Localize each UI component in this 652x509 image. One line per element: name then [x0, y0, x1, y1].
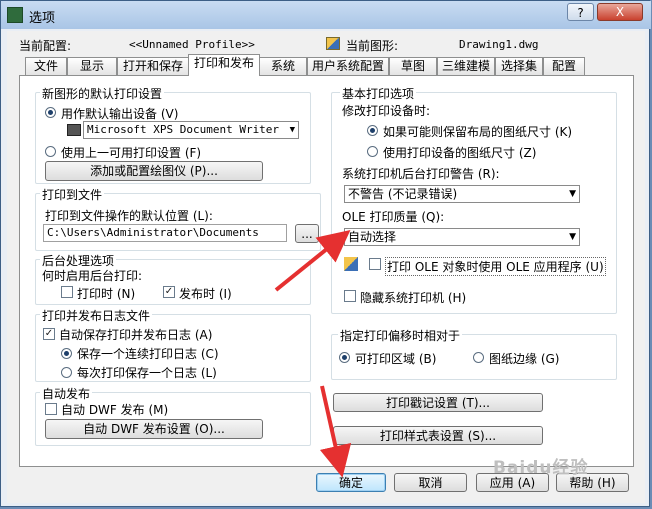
printable-area-radio[interactable] [339, 352, 350, 363]
spooler-alert-label: 系统打印机后台打印警告 (R): [342, 167, 500, 181]
publish-background-label: 发布时 (I) [179, 287, 232, 301]
ok-button[interactable]: 确定 [316, 473, 386, 492]
keep-layout-paper-label: 如果可能则保留布局的图纸尺寸 (K) [383, 125, 573, 139]
paper-edge-radio[interactable] [473, 352, 484, 363]
add-configure-plotter-button[interactable]: 添加或配置绘图仪 (P)... [45, 161, 263, 181]
current-profile-label: 当前配置: [19, 39, 72, 53]
background-enable-label: 何时启用后台打印: [42, 269, 143, 283]
plot-file-location-input[interactable]: C:\Users\Administrator\Documents [43, 224, 287, 242]
drawing-icon [326, 37, 340, 50]
current-drawing-value: Drawing1.dwg [459, 38, 539, 51]
use-default-device-radio[interactable] [45, 107, 56, 118]
tab-system[interactable]: 系统 [259, 57, 307, 75]
group-auto-publish-title: 自动发布 [40, 385, 93, 402]
publish-background-checkbox[interactable]: ✓ [163, 286, 175, 298]
plot-stamp-settings-button[interactable]: 打印戳记设置 (T)... [333, 393, 543, 412]
tab-display[interactable]: 显示 [67, 57, 117, 75]
paper-edge-label: 图纸边缘 (G) [489, 352, 560, 366]
spooler-alert-value: 不警告 (不记录错误) [348, 187, 458, 201]
use-last-settings-radio[interactable] [45, 146, 56, 157]
tab-selection[interactable]: 选择集 [495, 57, 543, 75]
tab-user-preferences[interactable]: 用户系统配置 [307, 57, 389, 75]
per-plot-log-radio[interactable] [61, 367, 72, 378]
group-plot-offset-title: 指定打印偏移时相对于 [338, 327, 463, 344]
tab-profiles[interactable]: 配置 [543, 57, 585, 75]
plot-file-location-label: 打印到文件操作的默认位置 (L): [45, 209, 213, 223]
ole-quality-select[interactable]: 自动选择 ▼ [344, 228, 580, 246]
per-plot-log-label: 每次打印保存一个日志 (L) [77, 366, 217, 380]
default-device-select[interactable]: Microsoft XPS Document Writer ▼ [83, 121, 299, 139]
auto-save-log-checkbox[interactable]: ✓ [43, 328, 55, 340]
hide-system-printers-checkbox[interactable] [344, 290, 356, 302]
modify-device-label: 修改打印设备时: [342, 104, 431, 118]
options-dialog: 选项 ? X 当前配置: <<Unnamed Profile>> 当前图形: D… [0, 0, 651, 507]
chevron-down-icon: ▼ [569, 189, 576, 199]
use-ole-app-checkbox[interactable] [369, 258, 381, 270]
app-icon [7, 7, 23, 23]
ole-quality-label: OLE 打印质量 (Q): [342, 210, 445, 224]
plot-background-checkbox[interactable] [61, 286, 73, 298]
group-plot-to-file-title: 打印到文件 [40, 186, 105, 203]
tab-drafting[interactable]: 草图 [389, 57, 437, 75]
use-device-paper-label: 使用打印设备的图纸尺寸 (Z) [383, 146, 537, 160]
close-button[interactable]: X [597, 3, 643, 21]
help-button[interactable]: ? [567, 3, 594, 21]
auto-save-log-label: 自动保存打印并发布日志 (A) [59, 328, 213, 342]
printable-area-label: 可打印区域 (B) [355, 352, 437, 366]
use-default-device-label: 用作默认输出设备 (V) [61, 107, 179, 121]
printer-icon [67, 124, 81, 136]
auto-dwf-checkbox[interactable] [45, 403, 57, 415]
hide-system-printers-label: 隐藏系统打印机 (H) [360, 291, 467, 305]
tab-3d-modeling[interactable]: 三维建模 [437, 57, 495, 75]
use-device-paper-radio[interactable] [367, 146, 378, 157]
group-log-title: 打印并发布日志文件 [40, 307, 153, 324]
plot-background-label: 打印时 (N) [77, 287, 136, 301]
auto-dwf-label: 自动 DWF 发布 (M) [61, 403, 169, 417]
tab-files[interactable]: 文件 [25, 57, 67, 75]
chevron-down-icon: ▼ [569, 232, 576, 242]
browse-button[interactable]: ... [295, 224, 319, 243]
watermark: Baidu经验 [493, 458, 589, 478]
continuous-log-label: 保存一个连续打印日志 (C) [77, 347, 219, 361]
keep-layout-paper-radio[interactable] [367, 125, 378, 136]
current-profile-value: <<Unnamed Profile>> [129, 38, 255, 51]
spooler-alert-select[interactable]: 不警告 (不记录错误) ▼ [344, 185, 580, 203]
use-ole-app-label: 打印 OLE 对象时使用 OLE 应用程序 (U) [385, 257, 606, 276]
current-drawing-label: 当前图形: [346, 39, 399, 53]
title-bar[interactable]: 选项 ? X [1, 1, 651, 29]
use-last-settings-label: 使用上一可用打印设置 (F) [61, 146, 202, 160]
default-device-value: Microsoft XPS Document Writer [87, 123, 280, 136]
group-default-output-title: 新图形的默认打印设置 [40, 85, 165, 102]
cancel-button[interactable]: 取消 [394, 473, 467, 492]
auto-dwf-settings-button[interactable]: 自动 DWF 发布设置 (O)... [45, 419, 263, 439]
continuous-log-radio[interactable] [61, 348, 72, 359]
window-title: 选项 [29, 11, 56, 26]
ole-quality-value: 自动选择 [348, 230, 397, 244]
group-general-options-title: 基本打印选项 [340, 85, 417, 102]
plot-style-table-settings-button[interactable]: 打印样式表设置 (S)... [333, 426, 543, 445]
tab-plot-publish[interactable]: 打印和发布 [188, 54, 260, 76]
ole-icon [344, 257, 358, 271]
tab-open-save[interactable]: 打开和保存 [117, 57, 189, 75]
chevron-down-icon: ▼ [289, 125, 295, 135]
